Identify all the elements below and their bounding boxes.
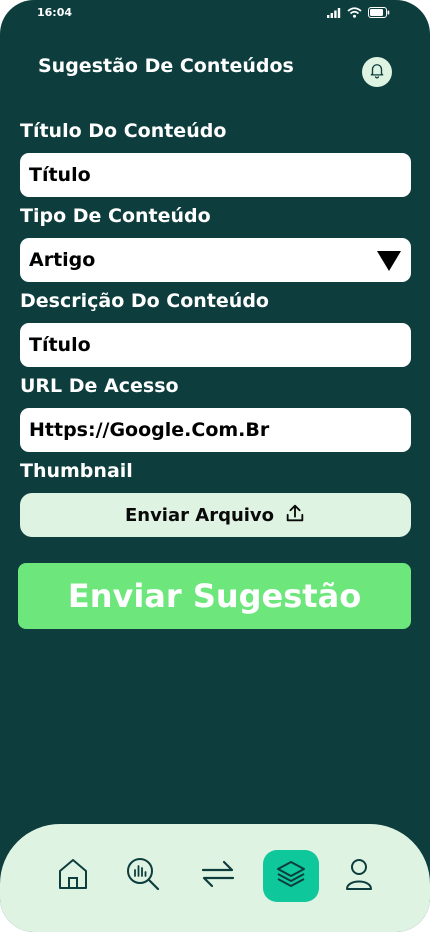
thumbnail-label: Thumbnail (20, 460, 133, 482)
upload-button-label: Enviar Arquivo (124, 504, 275, 526)
content-title-label: Título Do Conteúdo (20, 120, 227, 142)
nav-transfer[interactable] (190, 850, 246, 902)
signal-icon (327, 7, 341, 18)
transfer-arrows-icon (199, 859, 237, 893)
bottom-navigation (0, 824, 430, 932)
content-type-value: Artigo (29, 249, 96, 271)
notifications-button[interactable] (362, 57, 392, 87)
content-type-label: Tipo De Conteúdo (20, 205, 211, 227)
page-title: Sugestão De Conteúdos (38, 55, 294, 77)
access-url-input[interactable]: Https://Google.Com.Br (20, 408, 411, 452)
app-screen: 16:04 Sugestão De Conteúdos Título Do Co… (0, 0, 430, 932)
content-description-label: Descrição Do Conteúdo (20, 290, 269, 312)
nav-content-suggestions[interactable] (263, 850, 319, 902)
user-icon (344, 857, 374, 895)
nav-profile[interactable] (331, 850, 387, 902)
content-title-input[interactable]: Título (20, 153, 411, 197)
content-description-input[interactable]: Título (20, 323, 411, 367)
status-bar: 16:04 (0, 0, 430, 30)
access-url-label: URL De Acesso (20, 375, 179, 397)
upload-file-button[interactable]: Enviar Arquivo (20, 493, 411, 537)
content-type-select[interactable]: Artigo (20, 238, 411, 282)
nav-home[interactable] (45, 850, 101, 902)
battery-icon (368, 7, 390, 18)
status-icons (327, 7, 390, 18)
dropdown-arrow-icon (377, 251, 401, 276)
wifi-icon (347, 7, 362, 18)
upload-icon (284, 502, 306, 529)
status-time: 16:04 (37, 6, 73, 19)
home-icon (57, 857, 89, 895)
bell-icon (368, 61, 386, 83)
submit-suggestion-button[interactable]: Enviar Sugestão (18, 563, 411, 629)
nav-analytics[interactable] (115, 850, 171, 902)
layers-icon (275, 859, 307, 893)
analytics-search-icon (125, 856, 161, 896)
